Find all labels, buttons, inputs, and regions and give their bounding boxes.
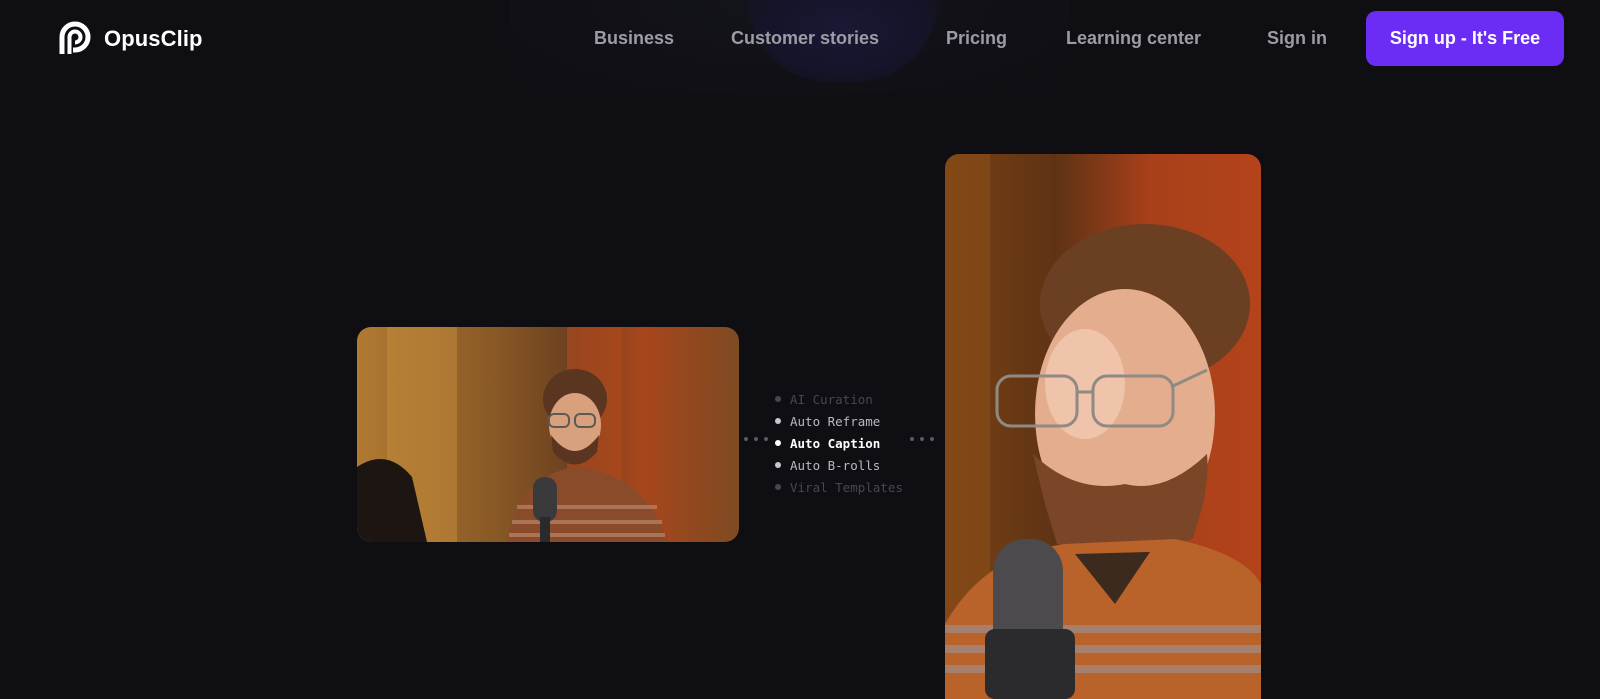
feature-list: AI Curation Auto Reframe Auto Caption Au… xyxy=(775,388,925,498)
landscape-video-thumbnail xyxy=(357,327,739,542)
signup-button[interactable]: Sign up - It's Free xyxy=(1366,11,1564,66)
bullet-icon xyxy=(775,462,781,468)
feature-item-auto-b-rolls: Auto B-rolls xyxy=(775,454,925,476)
connector-right xyxy=(910,437,934,441)
source-video-card[interactable] xyxy=(357,327,739,542)
feature-item-ai-curation: AI Curation xyxy=(775,388,925,410)
nav-link-customer-stories[interactable]: Customer stories xyxy=(731,28,879,49)
nav-link-pricing[interactable]: Pricing xyxy=(946,28,1007,49)
vertical-video-thumbnail xyxy=(945,154,1261,699)
feature-item-auto-reframe: Auto Reframe xyxy=(775,410,925,432)
feature-label: Auto Reframe xyxy=(790,413,881,429)
bullet-icon xyxy=(775,396,781,402)
bullet-icon xyxy=(775,440,781,446)
nav-link-sign-in[interactable]: Sign in xyxy=(1267,28,1327,49)
feature-item-viral-templates: Viral Templates xyxy=(775,476,925,498)
main-nav: Business Customer stories Pricing Learni… xyxy=(0,0,1600,78)
site-header: OpusClip Business Customer stories Prici… xyxy=(0,0,1600,78)
bullet-icon xyxy=(775,484,781,490)
feature-label: AI Curation xyxy=(790,391,873,407)
feature-item-auto-caption: Auto Caption xyxy=(775,432,925,454)
nav-link-learning-center[interactable]: Learning center xyxy=(1066,28,1201,49)
nav-link-business[interactable]: Business xyxy=(594,28,674,49)
feature-label: Viral Templates xyxy=(790,479,903,495)
feature-label: Auto Caption xyxy=(790,435,881,451)
connector-left xyxy=(744,437,768,441)
output-video-card[interactable] xyxy=(945,154,1261,699)
bullet-icon xyxy=(775,418,781,424)
feature-label: Auto B-rolls xyxy=(790,457,881,473)
